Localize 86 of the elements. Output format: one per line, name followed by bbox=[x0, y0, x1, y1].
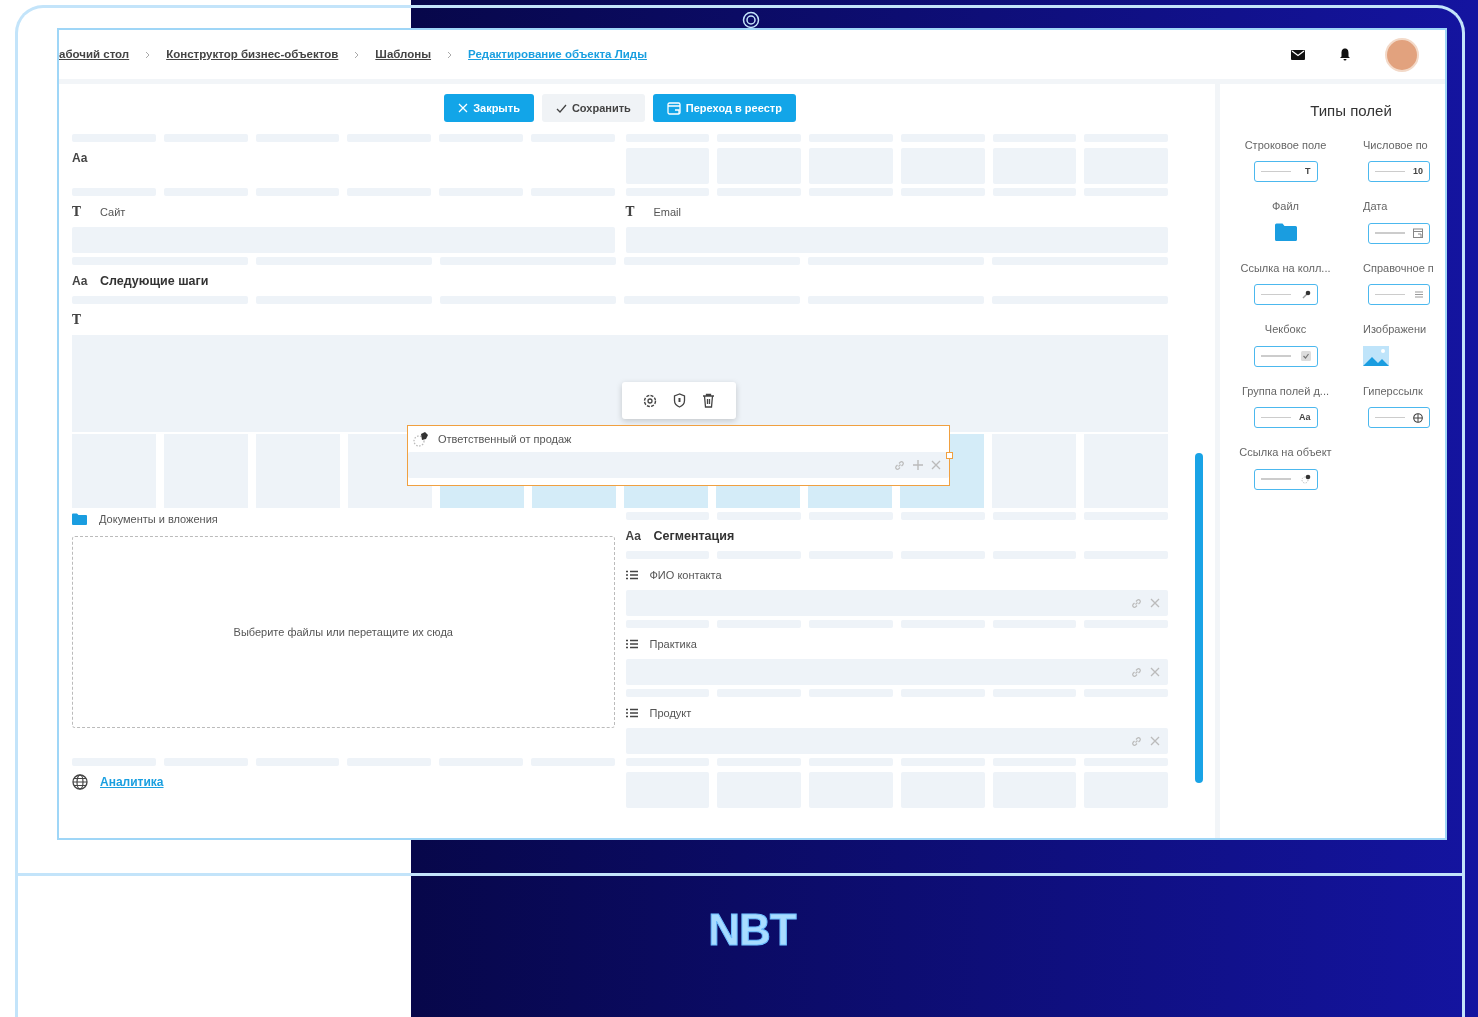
calendar-icon bbox=[666, 101, 681, 115]
link-icon[interactable] bbox=[894, 459, 905, 471]
breadcrumb-link[interactable]: абочий стол bbox=[59, 45, 130, 64]
list-icon bbox=[625, 639, 638, 649]
field-label: Email bbox=[653, 204, 681, 220]
field-type-icon bbox=[412, 431, 430, 447]
globe-icon bbox=[1413, 412, 1423, 423]
field-type-glyph: Aa bbox=[72, 273, 88, 290]
link-icon bbox=[1300, 474, 1311, 484]
checkbox-icon bbox=[1300, 351, 1311, 361]
folder-icon bbox=[72, 513, 87, 525]
field-type-glyph: Aa bbox=[72, 150, 88, 167]
list-icon bbox=[625, 570, 638, 580]
section-title: Сегментация bbox=[653, 527, 735, 545]
link-icon[interactable] bbox=[1131, 597, 1142, 609]
select-field[interactable] bbox=[625, 590, 1168, 616]
field-type-label: Числовое по bbox=[1363, 137, 1428, 153]
field-label: ФИО контакта bbox=[649, 567, 722, 583]
field-type-label: Изображени bbox=[1363, 322, 1427, 337]
toolbar-button[interactable]: Сохранить bbox=[541, 94, 645, 122]
select-field[interactable] bbox=[625, 659, 1168, 685]
notification-icon[interactable] bbox=[1339, 48, 1351, 61]
field-type-preview[interactable] bbox=[1253, 284, 1318, 305]
file-drop-zone[interactable]: Выберите файлы или перетащите их сюда bbox=[72, 536, 615, 728]
field-type-preview[interactable]: T bbox=[1253, 161, 1318, 182]
breadcrumb-link[interactable]: Конструктор бизнес-объектов bbox=[166, 45, 339, 64]
close-icon bbox=[458, 103, 469, 113]
chevron-icon bbox=[145, 50, 151, 59]
delete-icon[interactable] bbox=[702, 393, 715, 408]
field-type-glyph: T bbox=[625, 204, 636, 221]
link-icon[interactable] bbox=[1131, 666, 1142, 678]
field-type-label: Строковое поле bbox=[1244, 137, 1327, 153]
field-type-label: Группа полей д... bbox=[1241, 383, 1330, 399]
avatar[interactable] bbox=[1385, 37, 1419, 72]
shield-icon[interactable] bbox=[673, 393, 686, 408]
breadcrumb-link[interactable]: Шаблоны bbox=[375, 45, 432, 64]
field-type-preview[interactable]: 10 bbox=[1368, 161, 1430, 182]
link-icon[interactable] bbox=[1131, 735, 1142, 747]
clear-icon bbox=[1150, 598, 1160, 608]
settings-icon[interactable] bbox=[643, 393, 657, 408]
field-type-preview[interactable] bbox=[1253, 345, 1318, 367]
field-label: Документы и вложения bbox=[99, 511, 218, 527]
resize-handle[interactable] bbox=[946, 452, 953, 459]
field-type-preview[interactable]: Aa bbox=[1253, 407, 1318, 428]
field-type-label: Дата bbox=[1363, 199, 1388, 214]
check-icon bbox=[555, 103, 567, 113]
clear-icon bbox=[931, 460, 941, 470]
field-label: Ответственный от продаж bbox=[438, 431, 572, 447]
field-type-label: Справочное п bbox=[1363, 260, 1434, 276]
field-type-label: Чекбокс bbox=[1264, 322, 1307, 337]
chevron-icon bbox=[447, 50, 453, 59]
link-icon bbox=[1300, 289, 1311, 300]
mail-icon[interactable] bbox=[1291, 49, 1305, 60]
field-type-preview[interactable] bbox=[1253, 468, 1318, 490]
folder-icon[interactable] bbox=[1274, 222, 1297, 241]
brand-logo: NBT bbox=[708, 908, 796, 952]
image-icon[interactable] bbox=[1363, 345, 1389, 366]
field-label: Продукт bbox=[649, 705, 692, 721]
globe-icon bbox=[72, 774, 88, 790]
select-field[interactable] bbox=[625, 728, 1168, 754]
clear-icon bbox=[1150, 667, 1160, 677]
field-label: Сайт bbox=[100, 204, 126, 220]
drop-hint: Выберите файлы или перетащите их сюда bbox=[233, 624, 453, 640]
dragged-field[interactable]: Ответственный от продаж bbox=[407, 425, 950, 486]
field-type-label: Файл bbox=[1271, 199, 1299, 214]
section-title: Следующие шаги bbox=[100, 272, 209, 290]
field-label: Практика bbox=[649, 636, 697, 652]
field-type-glyph: T bbox=[72, 204, 82, 221]
camera-icon bbox=[742, 11, 760, 29]
calendar-icon bbox=[1413, 228, 1423, 238]
list-icon bbox=[625, 708, 638, 718]
field-type-preview[interactable] bbox=[1368, 284, 1430, 305]
plus-icon[interactable] bbox=[913, 460, 923, 470]
field-type-label: Гиперссылк bbox=[1363, 383, 1423, 399]
field-type-glyph: T bbox=[72, 312, 82, 329]
scrollbar[interactable] bbox=[1195, 453, 1203, 783]
clear-icon bbox=[1150, 736, 1160, 746]
field-type-label: Ссылка на объект bbox=[1239, 445, 1332, 460]
panel-title: Типы полей bbox=[1309, 101, 1393, 121]
field-type-preview[interactable] bbox=[1368, 407, 1430, 428]
field-type-label: Ссылка на колл... bbox=[1240, 260, 1331, 276]
field-type-glyph: Aa bbox=[625, 528, 642, 545]
list-icon bbox=[1415, 291, 1423, 298]
field-type-preview[interactable] bbox=[1368, 222, 1430, 244]
input-field[interactable] bbox=[408, 452, 949, 478]
chevron-icon bbox=[354, 50, 360, 59]
